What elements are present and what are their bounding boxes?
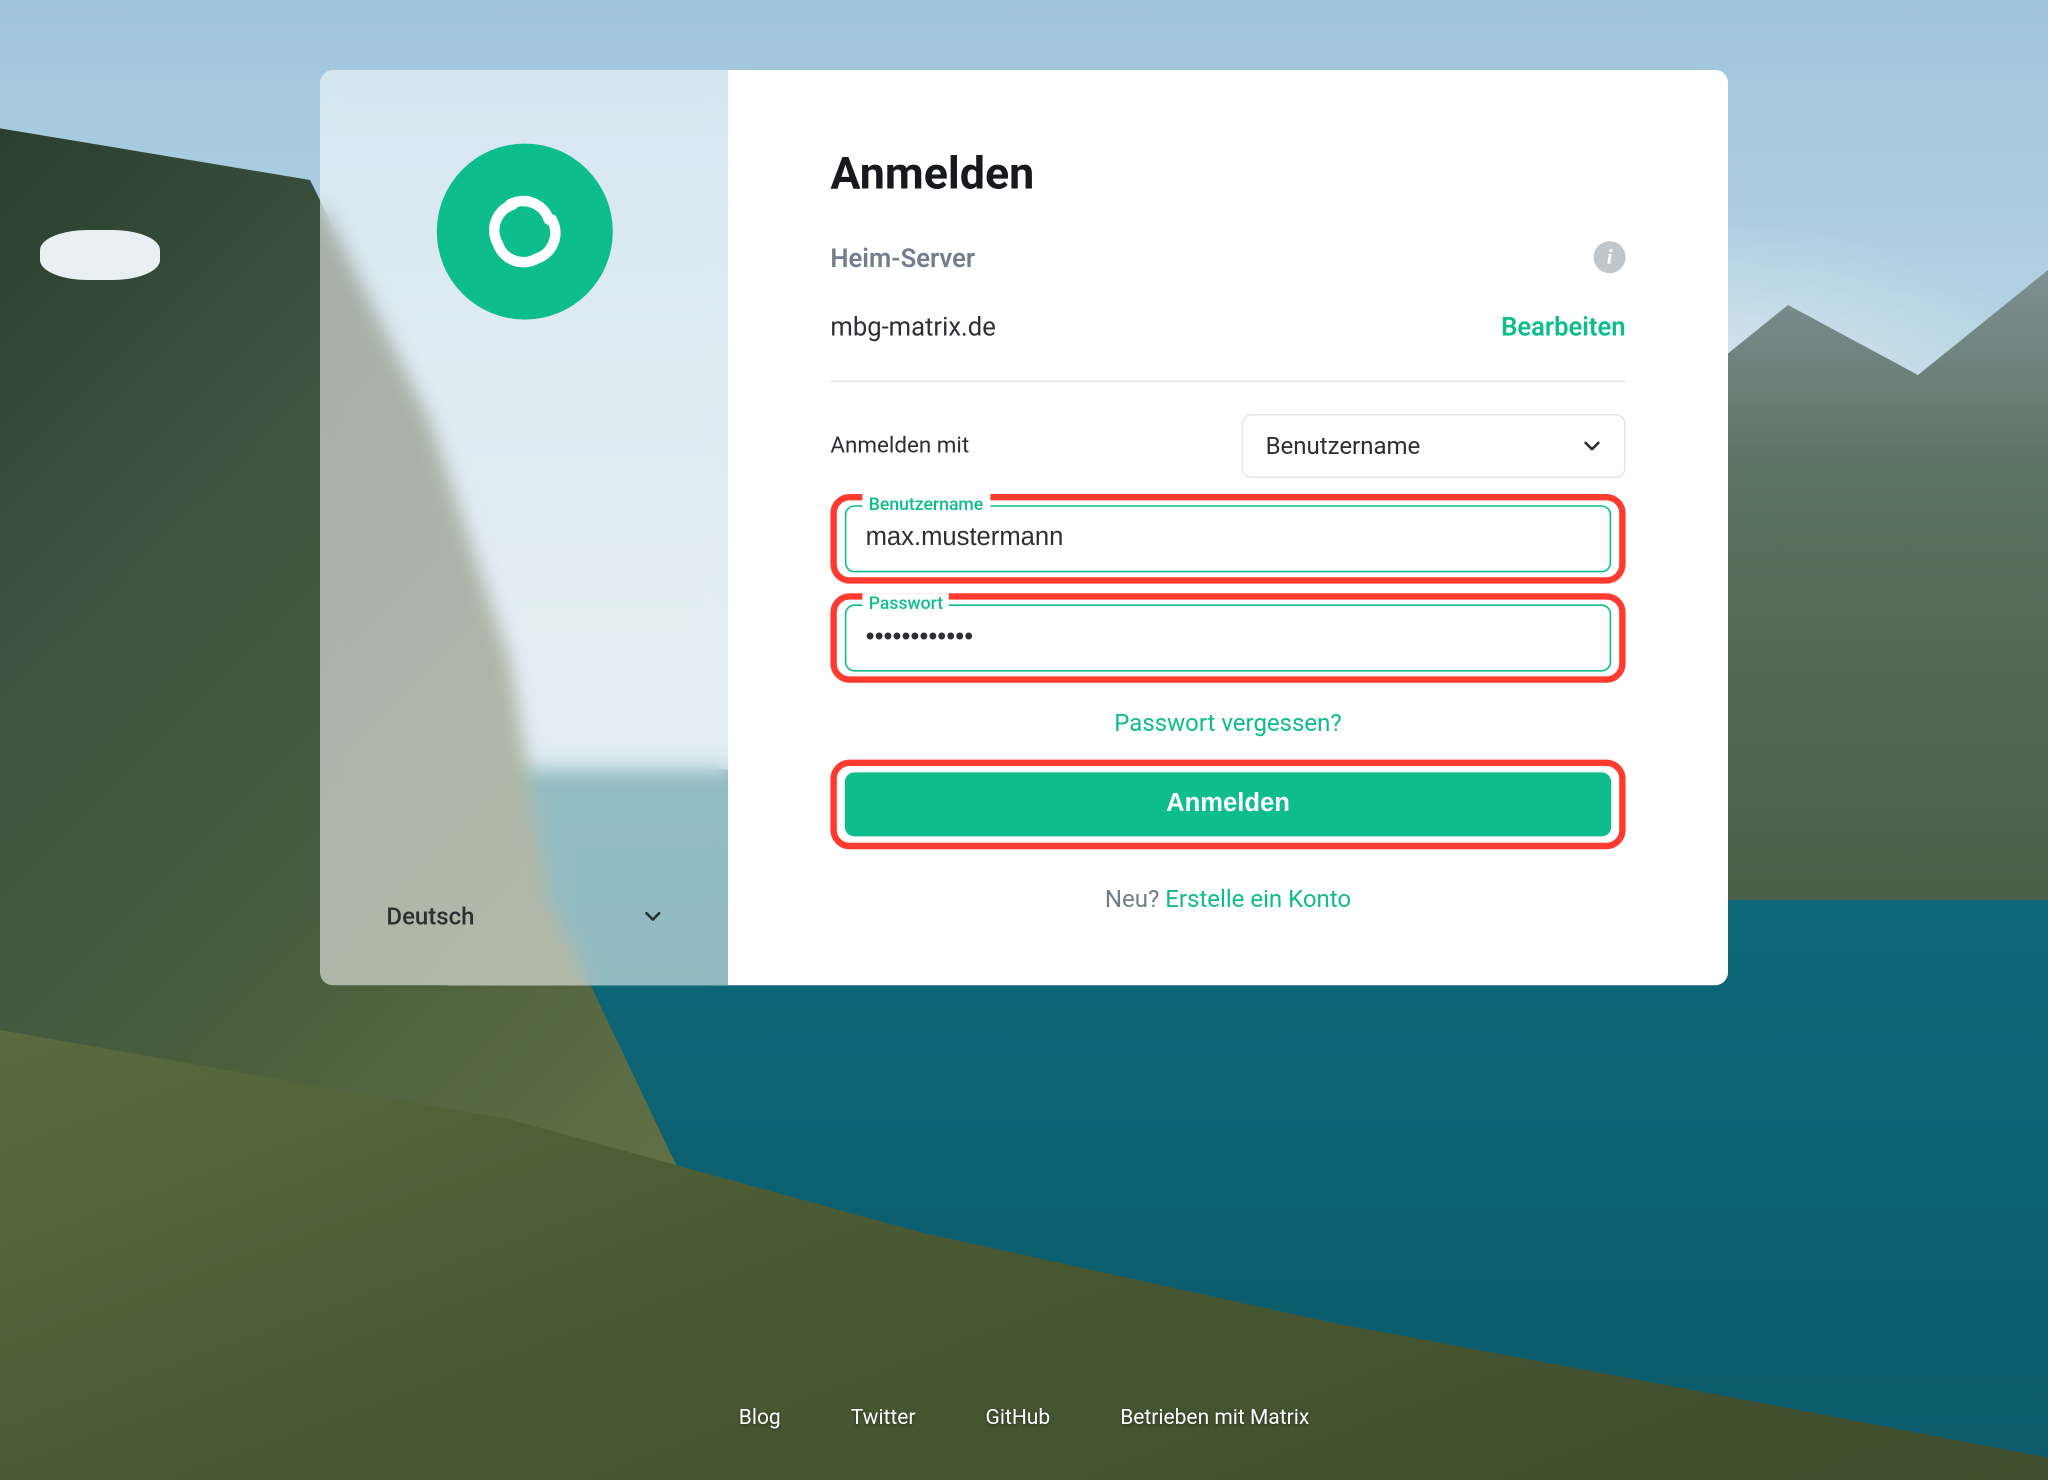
chevron-down-icon [642,907,661,926]
username-float-label: Benutzername [862,494,989,515]
signin-with-label: Anmelden mit [830,433,969,459]
language-selector[interactable]: Deutsch [364,886,684,947]
username-field-wrapper: Benutzername [845,505,1611,572]
brand-panel: Deutsch [320,70,728,985]
edit-homeserver-link[interactable]: Bearbeiten [1501,312,1626,342]
footer-link-blog[interactable]: Blog [739,1406,781,1430]
signin-method-value: Benutzername [1266,432,1421,461]
new-prompt: Neu? [1105,884,1165,913]
login-card: Deutsch Anmelden Heim-Server i mbg-matri… [320,70,1728,985]
language-label: Deutsch [386,902,474,931]
forgot-password-link[interactable]: Passwort vergessen? [830,708,1625,737]
chevron-down-icon [1582,436,1601,455]
login-form-panel: Anmelden Heim-Server i mbg-matrix.de Bea… [728,70,1728,985]
password-highlight: Passwort [830,593,1625,683]
homeserver-row: mbg-matrix.de Bearbeiten [830,312,1625,382]
page-title: Anmelden [830,147,1625,200]
password-input[interactable] [866,624,1591,653]
footer-link-github[interactable]: GitHub [986,1406,1051,1430]
password-field-wrapper: Passwort [845,604,1611,671]
signin-method-select[interactable]: Benutzername [1242,414,1626,478]
homeserver-value: mbg-matrix.de [830,312,995,342]
info-icon[interactable]: i [1594,241,1626,273]
element-logo-icon [436,144,612,320]
create-account-link[interactable]: Erstelle ein Konto [1165,884,1351,913]
homeserver-label: Heim-Server [830,242,975,272]
username-input[interactable] [866,524,1591,553]
footer-links: Blog Twitter GitHub Betrieben mit Matrix [739,1406,1310,1430]
username-highlight: Benutzername [830,494,1625,584]
signin-method-row: Anmelden mit Benutzername [830,414,1625,478]
create-account-row: Neu? Erstelle ein Konto [830,884,1625,913]
password-float-label: Passwort [862,593,949,614]
signin-button[interactable]: Anmelden [845,772,1611,836]
background-snow [40,230,160,280]
submit-highlight: Anmelden [830,760,1625,850]
footer-link-matrix[interactable]: Betrieben mit Matrix [1120,1406,1309,1430]
footer-link-twitter[interactable]: Twitter [851,1406,916,1430]
homeserver-header: Heim-Server i [830,241,1625,273]
